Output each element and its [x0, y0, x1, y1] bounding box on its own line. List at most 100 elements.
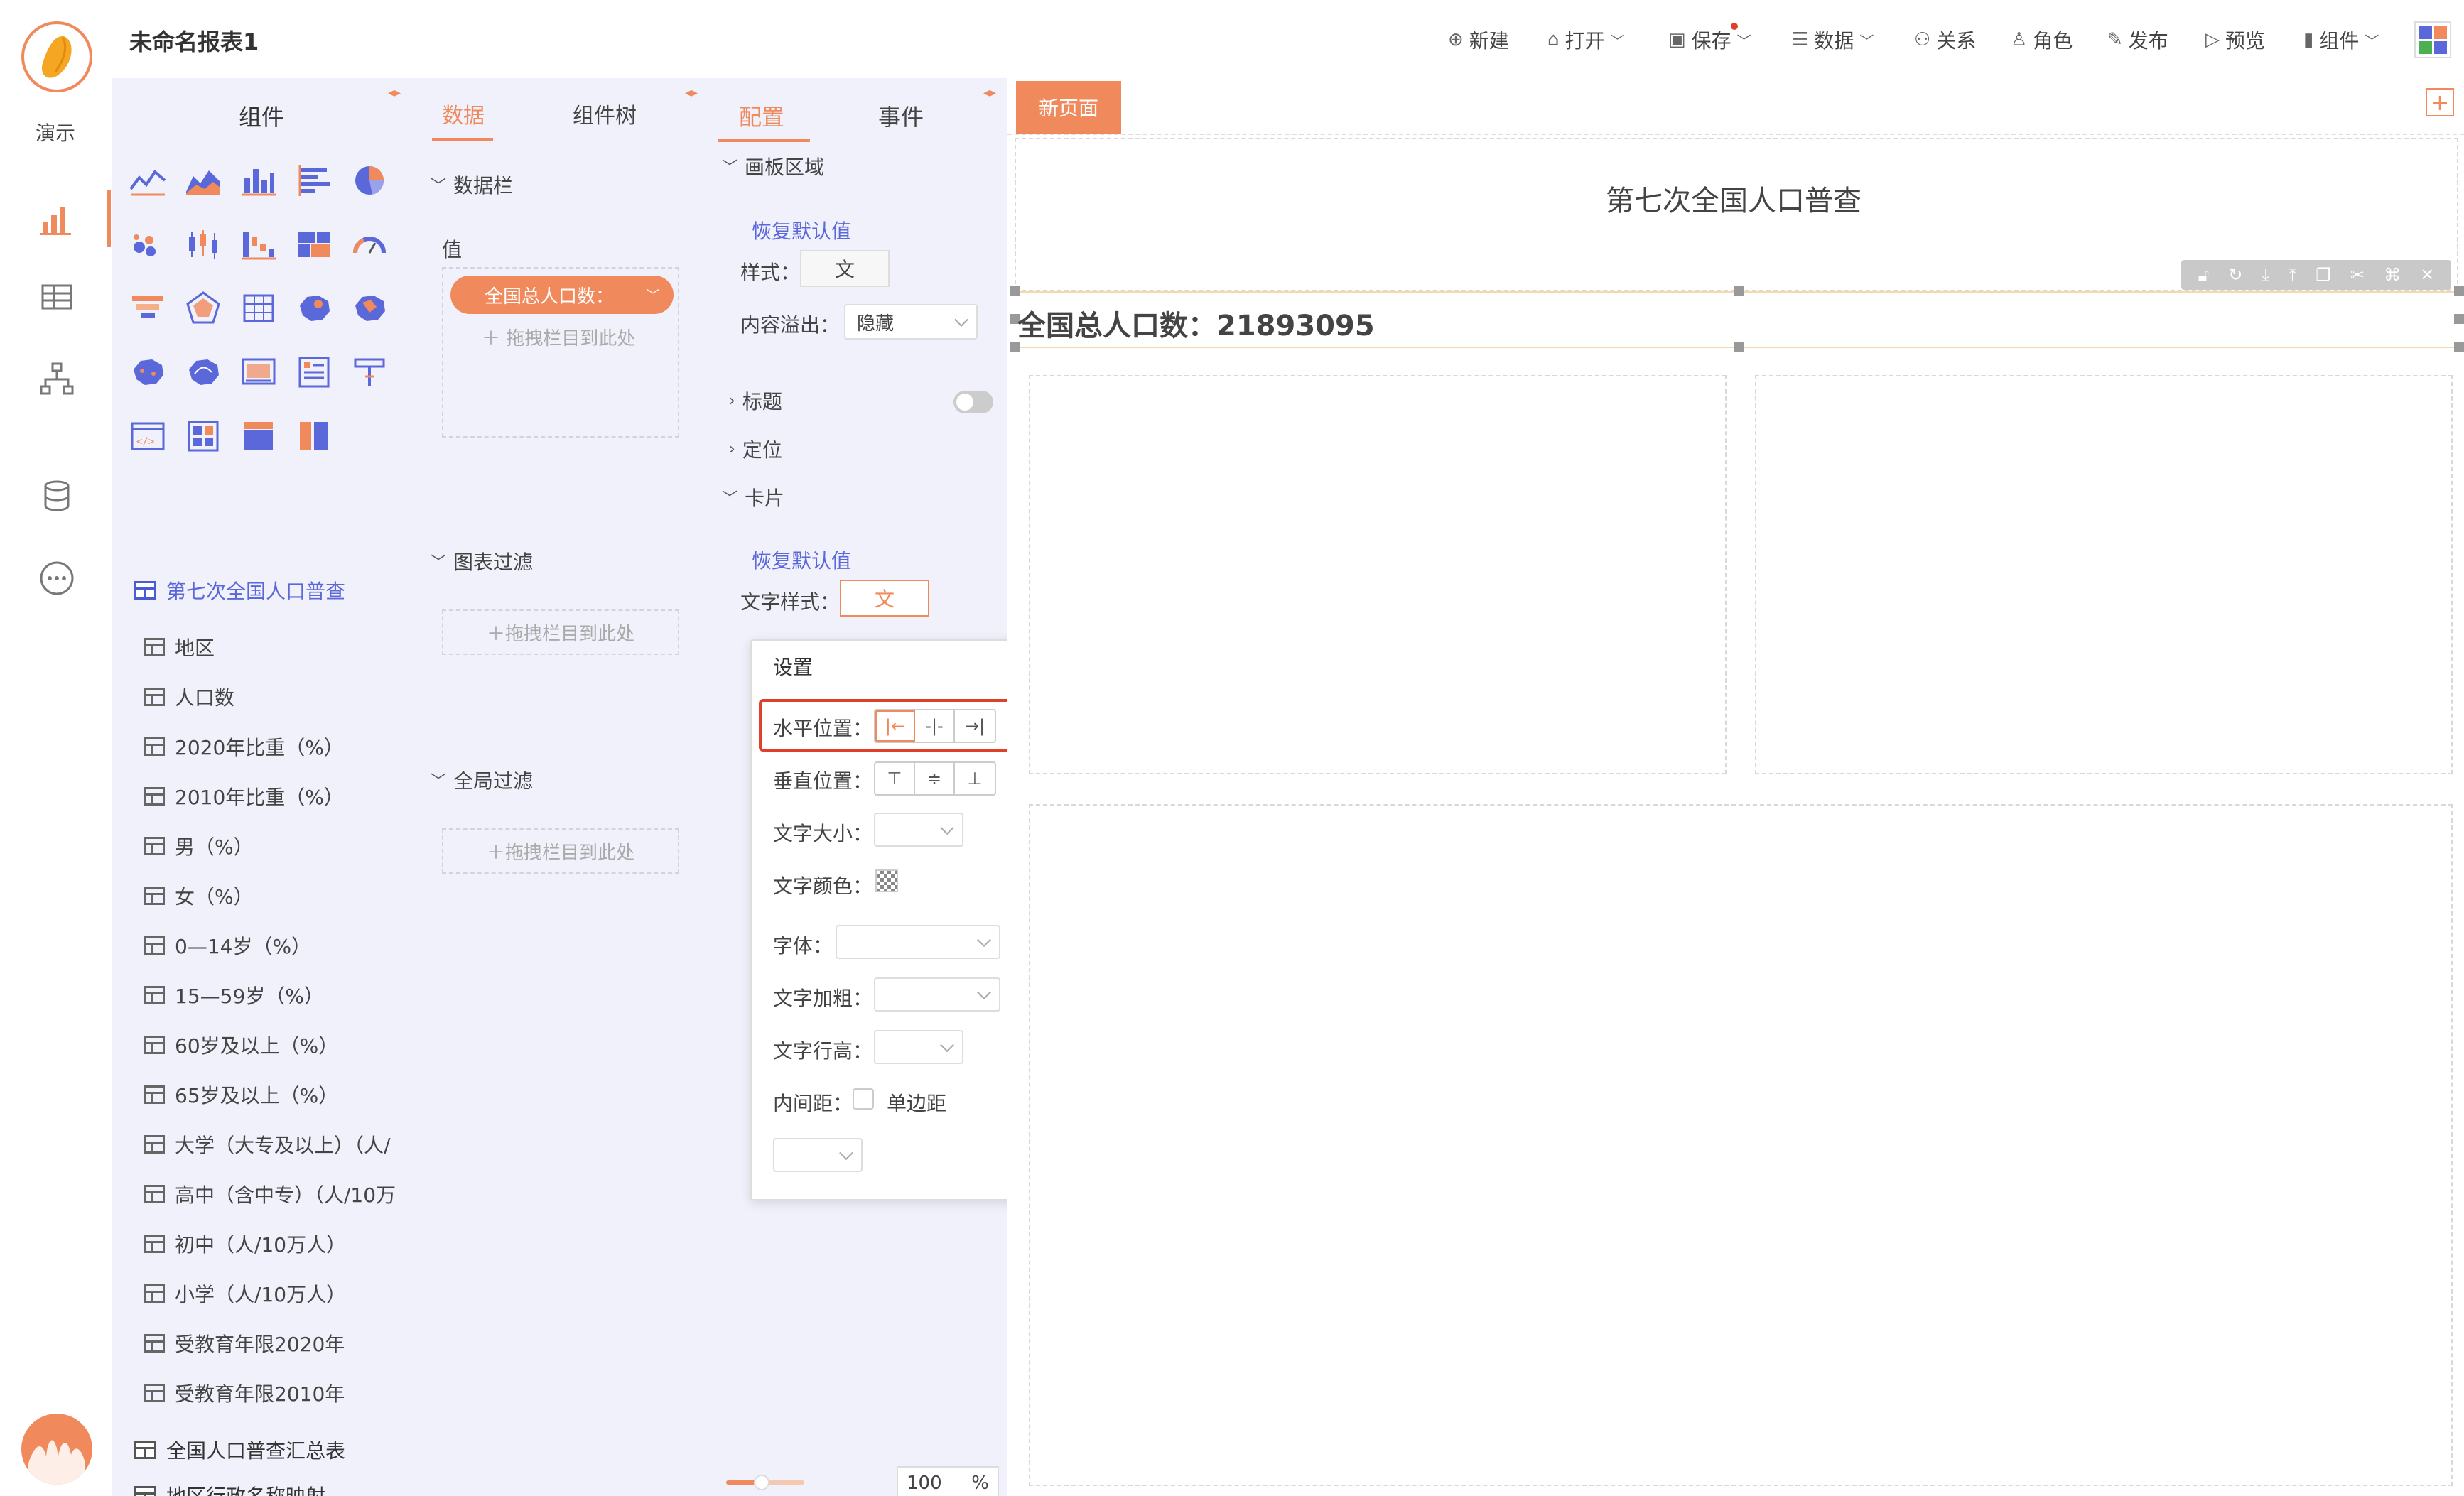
tab-component-tree[interactable]: 组件树 [573, 98, 637, 129]
map-chart-icon[interactable] [294, 288, 334, 328]
funnel-chart-icon[interactable] [128, 288, 168, 328]
single-side-checkbox[interactable] [853, 1088, 874, 1110]
align-top-icon[interactable]: ⊤ [875, 763, 915, 794]
field-item[interactable]: 女（%） [144, 878, 254, 914]
zoom-input[interactable]: 100 % [897, 1466, 999, 1496]
chart-slot-right[interactable] [1755, 375, 2453, 774]
tab-container-icon[interactable] [239, 416, 279, 456]
tab-data[interactable]: 数据 [442, 98, 485, 129]
treemap-icon[interactable] [294, 224, 334, 264]
field-item[interactable]: 60岁及以上（%） [144, 1027, 338, 1063]
tab-events[interactable]: 事件 [878, 99, 924, 132]
map-bubble-icon[interactable] [128, 352, 168, 392]
app-logo[interactable] [21, 21, 92, 92]
chart-icon[interactable] [36, 197, 78, 240]
user-avatar[interactable] [21, 1414, 92, 1485]
overflow-select[interactable]: 隐藏 [844, 304, 978, 340]
data-menu-button[interactable]: ☰ 数据 ﹀ [1792, 26, 1874, 54]
section-title[interactable]: › 标题 [729, 386, 782, 415]
collapse-arrows-icon[interactable]: ◂▸ [685, 85, 698, 100]
align-left-icon[interactable]: |← [875, 710, 915, 742]
field-item[interactable]: 男（%） [144, 828, 254, 864]
close-icon[interactable]: ✕ [2420, 265, 2434, 285]
html-component-icon[interactable]: </> [128, 416, 168, 456]
collapse-arrows-icon[interactable]: ◂▸ [983, 85, 996, 100]
table-item[interactable]: 地区行政名称映射 [134, 1478, 325, 1496]
line-height-select[interactable] [874, 1030, 963, 1064]
field-item[interactable]: 地区 [144, 629, 215, 665]
resize-handle[interactable] [1734, 342, 1744, 352]
dataset-item[interactable]: 第七次全国人口普查 [134, 573, 345, 608]
field-item[interactable]: 受教育年限2010年 [144, 1375, 345, 1411]
zoom-slider-knob[interactable] [753, 1475, 769, 1490]
pie-chart-icon[interactable] [350, 161, 389, 200]
text-component-icon[interactable] [294, 352, 334, 392]
text-style-picker[interactable]: 文 [840, 580, 929, 617]
text-title-icon[interactable] [350, 352, 389, 392]
section-card[interactable]: ﹀ 卡片 [722, 483, 784, 511]
chart-filter-drop-zone[interactable]: ＋ 拖拽栏目到此处 [442, 609, 679, 655]
resize-handle[interactable] [2454, 286, 2464, 296]
grid-layout-icon[interactable] [183, 416, 223, 456]
font-family-select[interactable] [836, 925, 1000, 959]
move-up-icon[interactable]: ⤒ [2289, 265, 2296, 285]
resize-handle[interactable] [1010, 342, 1020, 352]
padding-select[interactable] [773, 1138, 863, 1172]
scatter-chart-icon[interactable] [128, 224, 168, 264]
image-component-icon[interactable] [239, 352, 279, 392]
chart-slot-bottom[interactable] [1029, 804, 2453, 1486]
resize-handle[interactable] [1734, 286, 1744, 296]
area-chart-icon[interactable] [183, 161, 223, 200]
table-icon[interactable] [36, 276, 78, 318]
preview-button[interactable]: ▷ 预览 [2205, 26, 2265, 54]
align-right-icon[interactable]: →| [955, 710, 995, 742]
cut-icon[interactable]: ✂ [2350, 265, 2365, 285]
move-down-icon[interactable]: ⤓ [2262, 265, 2270, 285]
open-button[interactable]: ⌂ 打开 ﹀ [1547, 26, 1625, 54]
add-page-button[interactable]: + [2426, 88, 2454, 116]
relations-button[interactable]: ⚇ 关系 [1914, 26, 1976, 54]
lock-icon[interactable]: 🔓︎ [2198, 265, 2210, 285]
field-item[interactable]: 15—59岁（%） [144, 977, 324, 1013]
section-global-filter[interactable]: ﹀ 全局过滤 [431, 766, 533, 794]
field-item[interactable]: 人口数 [144, 679, 234, 715]
components-menu-button[interactable]: ▮ 组件 ﹀ [2303, 26, 2379, 54]
report-title[interactable]: 未命名报表1 [129, 24, 259, 57]
format-painter-icon[interactable]: ⌘ [2384, 265, 2401, 285]
restore-default-link[interactable]: 恢复默认值 [752, 546, 851, 574]
value-pill[interactable]: 全国总人口数： ﹀ [450, 276, 674, 314]
font-color-swatch[interactable] [875, 869, 898, 892]
database-icon[interactable] [36, 475, 78, 517]
align-bottom-icon[interactable]: ⊥ [955, 763, 995, 794]
radar-chart-icon[interactable] [183, 288, 223, 328]
more-icon[interactable] [36, 557, 78, 600]
horizontal-bar-icon[interactable] [294, 161, 334, 200]
split-container-icon[interactable] [294, 416, 334, 456]
roles-button[interactable]: ♙ 角色 [2011, 26, 2073, 54]
section-data-bar[interactable]: ﹀ 数据栏 [431, 170, 513, 199]
restore-default-link[interactable]: 恢复默认值 [752, 216, 851, 244]
candlestick-chart-icon[interactable] [183, 224, 223, 264]
title-toggle[interactable] [953, 391, 993, 413]
theme-switch-icon[interactable] [2414, 21, 2451, 58]
collapse-arrows-icon[interactable]: ◂▸ [388, 85, 401, 100]
section-canvas-area[interactable]: ﹀ 画板区域 [722, 152, 824, 180]
align-middle-icon[interactable]: ≑ [915, 763, 955, 794]
resize-handle[interactable] [2454, 314, 2464, 324]
bar-chart-icon[interactable] [239, 161, 279, 200]
page-tab[interactable]: 新页面 [1016, 81, 1121, 134]
field-item[interactable]: 大学（大专及以上）（人/ [144, 1127, 411, 1162]
waterfall-chart-icon[interactable] [239, 224, 279, 264]
table-chart-icon[interactable] [239, 288, 279, 328]
section-chart-filter[interactable]: ﹀ 图表过滤 [431, 547, 533, 575]
line-chart-icon[interactable] [128, 161, 168, 200]
field-item[interactable]: 2010年比重（%） [144, 779, 344, 814]
field-item[interactable]: 小学（人/10万人） [144, 1276, 346, 1311]
save-button[interactable]: ▣ 保存 ﹀ [1668, 23, 1751, 54]
gauge-chart-icon[interactable] [350, 224, 389, 264]
field-item[interactable]: 受教育年限2020年 [144, 1326, 345, 1361]
map-flow-icon[interactable] [183, 352, 223, 392]
style-picker[interactable]: 文 [800, 250, 890, 287]
resize-handle[interactable] [2454, 342, 2464, 352]
refresh-icon[interactable]: ↻ [2228, 265, 2242, 285]
